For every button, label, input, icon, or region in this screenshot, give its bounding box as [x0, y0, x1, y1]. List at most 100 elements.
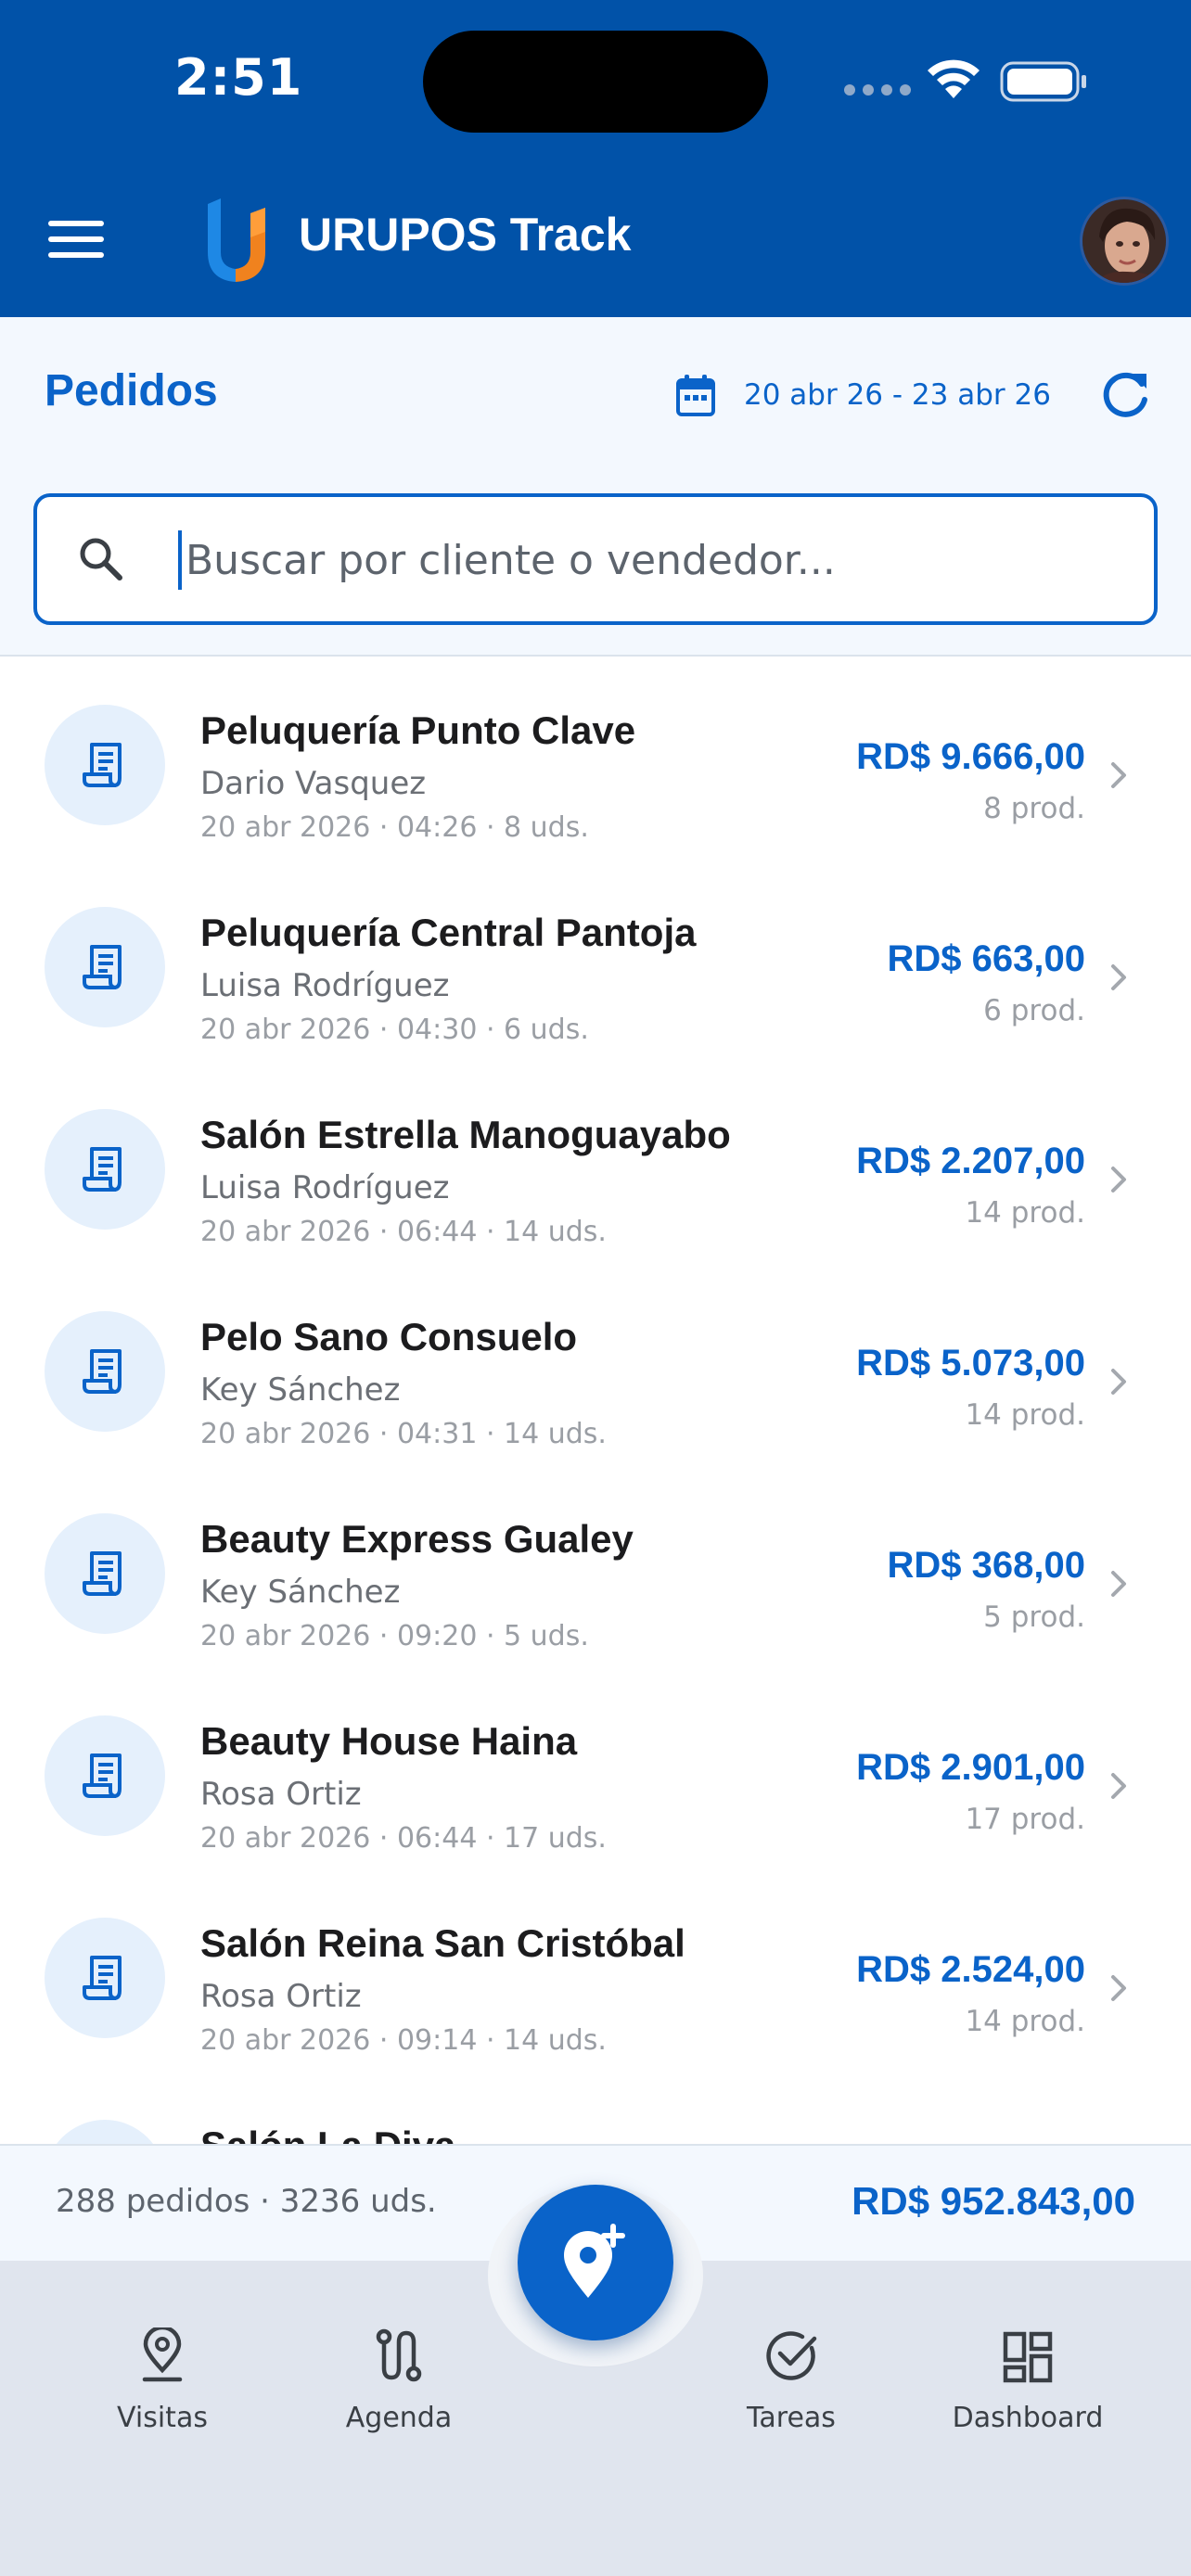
page-title: Pedidos — [45, 366, 218, 415]
order-icon-circle — [45, 1311, 165, 1432]
order-row[interactable]: Peluquería Central Pantoja Luisa Rodrígue… — [0, 859, 1191, 1061]
text-cursor — [178, 530, 182, 590]
avatar-image — [1082, 199, 1166, 283]
order-icon-circle — [45, 1109, 165, 1230]
order-amount: RD$ 2.207,00 — [856, 1141, 1085, 1181]
wifi-icon — [928, 59, 980, 98]
tab-label: Tareas — [747, 2402, 836, 2434]
order-meta: 20 abr 2026 · 04:31 · 14 uds. — [200, 1418, 607, 1450]
date-range-label: 20 abr 26 - 23 abr 26 — [744, 378, 1051, 412]
order-row[interactable]: Pelo Sano Consuelo Key Sánchez 20 abr 2026… — [0, 1263, 1191, 1465]
battery-icon — [1000, 61, 1086, 102]
order-product-count: 14 prod. — [965, 1196, 1085, 1230]
chevron-right-icon — [1111, 1369, 1126, 1395]
urupos-logo — [208, 198, 265, 282]
chevron-right-icon — [1111, 1975, 1126, 2001]
order-seller: Dario Vasquez — [200, 765, 427, 802]
receipt-icon — [83, 1147, 122, 1192]
chevron-right-icon — [1111, 964, 1126, 990]
menu-button[interactable] — [48, 221, 104, 258]
tab-agenda[interactable]: Agenda — [297, 2318, 501, 2434]
order-icon-circle — [45, 1918, 165, 2038]
chevron-right-icon — [1111, 1571, 1126, 1597]
app-title: URUPOS Track — [299, 209, 632, 261]
order-client-name: Salón La Diva — [200, 2123, 455, 2144]
order-meta: 20 abr 2026 · 04:30 · 6 uds. — [200, 1014, 589, 1046]
tab-label: Agenda — [345, 2402, 453, 2434]
order-icon-circle — [45, 907, 165, 1027]
order-client-name: Pelo Sano Consuelo — [200, 1315, 578, 1358]
order-seller: Key Sánchez — [200, 1574, 401, 1611]
receipt-icon — [83, 1349, 122, 1394]
tab-tareas[interactable]: Tareas — [689, 2318, 893, 2434]
order-client-name: Peluquería Punto Clave — [200, 708, 636, 752]
order-seller: Key Sánchez — [200, 1371, 401, 1409]
refresh-icon[interactable] — [1098, 368, 1152, 422]
orders-count-summary: 288 pedidos · 3236 uds. — [56, 2183, 437, 2220]
order-icon-circle — [45, 705, 165, 825]
receipt-icon — [83, 743, 122, 787]
order-meta: 20 abr 2026 · 04:26 · 8 uds. — [200, 811, 589, 844]
order-amount: RD$ 5.073,00 — [856, 1343, 1085, 1384]
receipt-icon — [83, 1551, 122, 1596]
add-location-icon — [564, 2224, 625, 2298]
new-visit-fab[interactable] — [518, 2185, 673, 2340]
orders-list[interactable]: Peluquería Punto Clave Dario Vasquez 20 ab… — [0, 657, 1191, 2144]
order-product-count: 17 prod. — [965, 1803, 1085, 1836]
order-seller: Rosa Ortiz — [200, 1776, 362, 1813]
order-meta: 20 abr 2026 · 09:20 · 5 uds. — [200, 1620, 589, 1652]
order-product-count: 8 prod. — [983, 792, 1085, 825]
tab-visitas[interactable]: Visitas — [60, 2318, 264, 2434]
order-client-name: Salón Reina San Cristóbal — [200, 1921, 685, 1965]
order-product-count: 14 prod. — [965, 1398, 1085, 1432]
order-row[interactable]: Salón Reina San Cristóbal Rosa Ortiz 20 ab… — [0, 1869, 1191, 2072]
signal-icon — [844, 84, 911, 96]
check-circle-icon — [766, 2331, 817, 2380]
avatar[interactable] — [1080, 197, 1169, 286]
order-client-name: Beauty House Haina — [200, 1719, 578, 1763]
dynamic-island — [423, 31, 768, 133]
order-row[interactable]: Salón La Diva — [0, 2072, 1191, 2144]
map-pin-icon — [142, 2327, 183, 2382]
chevron-right-icon — [1111, 762, 1126, 788]
order-client-name: Salón Estrella Manoguayabo — [200, 1113, 731, 1156]
hamburger-icon — [48, 221, 104, 226]
search-input[interactable] — [186, 525, 1113, 595]
receipt-icon — [83, 1753, 122, 1798]
order-icon-circle — [45, 1715, 165, 1836]
order-row[interactable]: Beauty House Haina Rosa Ortiz 20 abr 2026 … — [0, 1667, 1191, 1869]
orders-total-amount: RD$ 952.843,00 — [852, 2179, 1135, 2223]
order-row[interactable]: Beauty Express Gualey Key Sánchez 20 abr 2… — [0, 1465, 1191, 1667]
order-seller: Luisa Rodríguez — [200, 1169, 450, 1206]
order-meta: 20 abr 2026 · 06:44 · 17 uds. — [200, 1822, 607, 1855]
order-row[interactable]: Peluquería Punto Clave Dario Vasquez 20 ab… — [0, 657, 1191, 859]
calendar-icon — [676, 375, 715, 416]
order-amount: RD$ 9.666,00 — [856, 736, 1085, 777]
tab-dashboard[interactable]: Dashboard — [926, 2318, 1130, 2434]
order-icon-circle — [45, 2120, 165, 2144]
order-meta: 20 abr 2026 · 06:44 · 14 uds. — [200, 1216, 607, 1248]
order-row[interactable]: Salón Estrella Manoguayabo Luisa Rodrígue… — [0, 1061, 1191, 1263]
order-client-name: Peluquería Central Pantoja — [200, 911, 697, 954]
tab-label: Visitas — [117, 2402, 208, 2434]
tab-label: Dashboard — [952, 2402, 1104, 2434]
order-amount: RD$ 2.524,00 — [856, 1949, 1085, 1990]
order-product-count: 6 prod. — [983, 994, 1085, 1027]
order-amount: RD$ 663,00 — [887, 938, 1085, 979]
order-product-count: 14 prod. — [965, 2005, 1085, 2038]
receipt-icon — [83, 1956, 122, 2000]
order-seller: Luisa Rodríguez — [200, 967, 450, 1004]
order-amount: RD$ 2.901,00 — [856, 1747, 1085, 1788]
search-box[interactable] — [33, 493, 1158, 625]
orders-toolbar: Pedidos 20 abr 26 - 23 abr 26 — [0, 317, 1191, 657]
order-seller: Rosa Ortiz — [200, 1978, 362, 2015]
route-icon — [376, 2328, 422, 2382]
order-icon-circle — [45, 1513, 165, 1634]
status-time: 2:51 — [174, 48, 303, 107]
order-amount: RD$ 368,00 — [887, 1545, 1085, 1586]
date-range-picker[interactable]: 20 abr 26 - 23 abr 26 — [675, 373, 1051, 417]
chevron-right-icon — [1111, 1167, 1126, 1192]
search-icon — [80, 538, 122, 580]
order-product-count: 5 prod. — [983, 1600, 1085, 1634]
order-meta: 20 abr 2026 · 09:14 · 14 uds. — [200, 2024, 607, 2057]
